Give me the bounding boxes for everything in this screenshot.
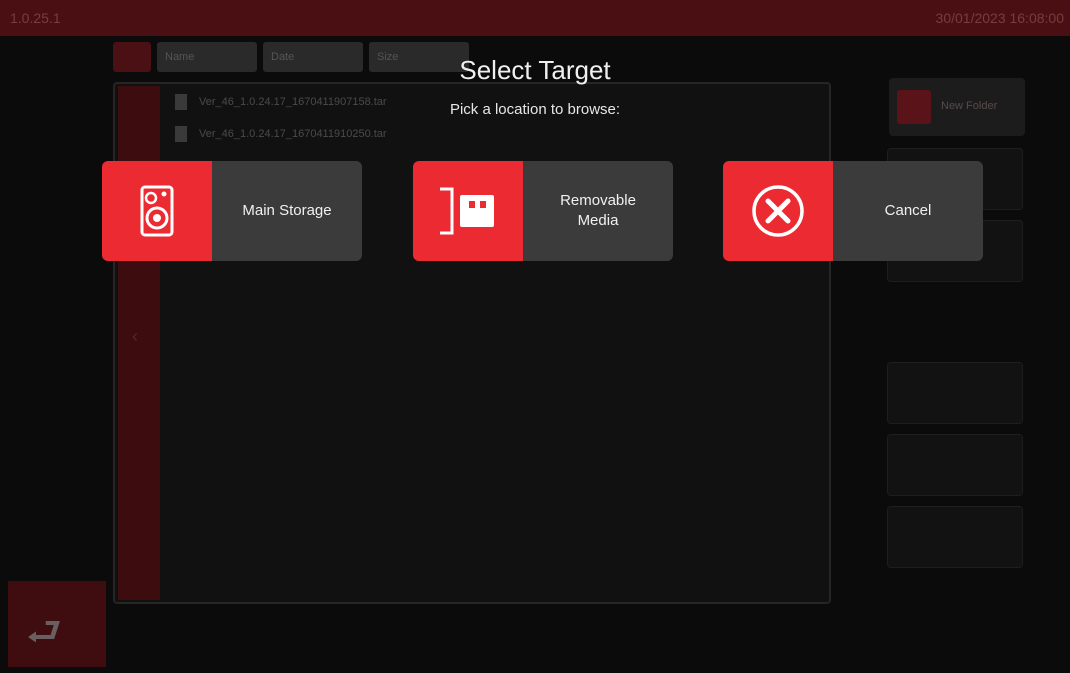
version-label: 1.0.25.1 bbox=[10, 10, 61, 26]
return-arrow-icon: ⮐ bbox=[26, 610, 62, 654]
back-button[interactable]: ⮐ bbox=[8, 581, 106, 667]
usb-media-icon bbox=[413, 161, 523, 261]
removable-media-label: Removable Media bbox=[523, 161, 673, 261]
cancel-button[interactable]: Cancel bbox=[723, 161, 983, 261]
chevron-left-icon: ‹ bbox=[132, 326, 138, 346]
list-item[interactable]: Ver_46_1.0.24.17_1670411910250.tar bbox=[175, 126, 387, 146]
side-action-button[interactable] bbox=[887, 362, 1023, 424]
dialog-subtitle: Pick a location to browse: bbox=[449, 101, 621, 118]
cancel-label: Cancel bbox=[833, 161, 983, 261]
cancel-x-icon bbox=[723, 161, 833, 261]
file-icon bbox=[175, 126, 187, 142]
main-storage-label: Main Storage bbox=[212, 161, 362, 261]
removable-media-button[interactable]: Removable Media bbox=[413, 161, 673, 261]
file-name: Ver_46_1.0.24.17_1670411910250.tar bbox=[199, 127, 387, 140]
speaker-storage-icon bbox=[102, 161, 212, 261]
datetime-label: 30/01/2023 16:08:00 bbox=[935, 10, 1064, 26]
side-action-button[interactable] bbox=[887, 506, 1023, 568]
status-bar: 1.0.25.1 30/01/2023 16:08:00 bbox=[0, 0, 1070, 36]
main-storage-button[interactable]: Main Storage bbox=[102, 161, 362, 261]
side-action-button[interactable] bbox=[887, 434, 1023, 496]
dialog-title: Select Target bbox=[459, 55, 611, 85]
